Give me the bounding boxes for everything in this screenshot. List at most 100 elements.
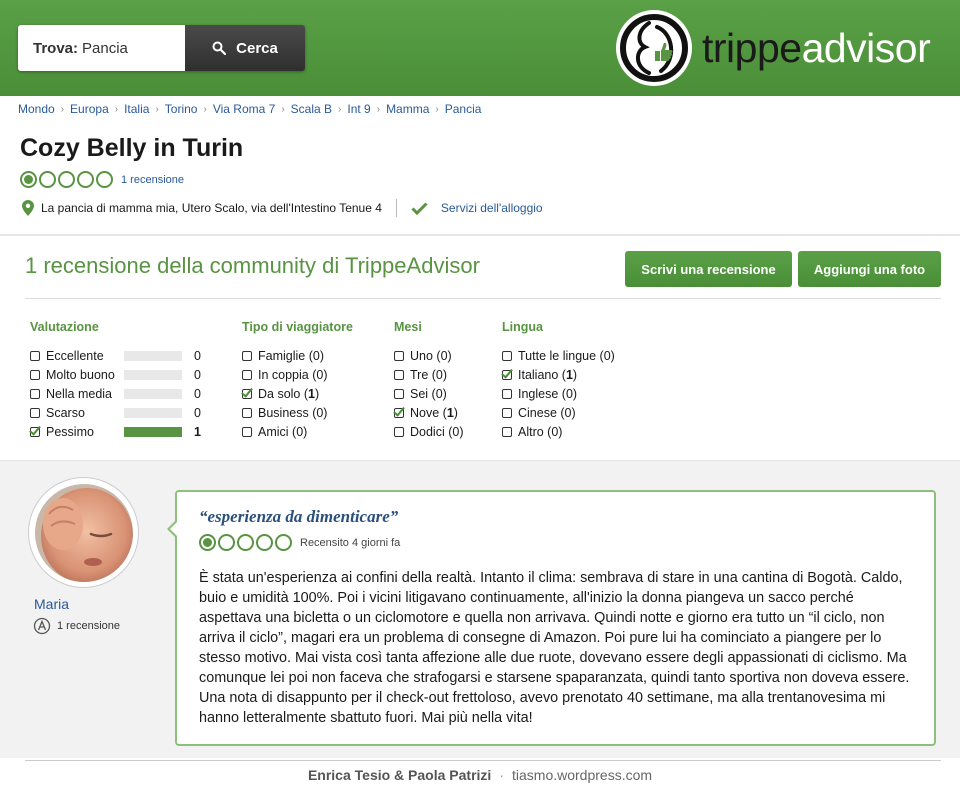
breadcrumb-separator: › <box>203 103 207 115</box>
breadcrumb-item[interactable]: Scala B <box>291 102 332 116</box>
avatar[interactable] <box>28 477 139 588</box>
checkbox-checked[interactable] <box>502 369 512 380</box>
checkbox[interactable] <box>502 350 512 361</box>
breadcrumb-separator: › <box>338 103 342 115</box>
checkbox-checked[interactable] <box>30 426 40 437</box>
rating-bar <box>124 426 182 437</box>
bubble-empty-icon <box>256 534 273 551</box>
breadcrumb-item[interactable]: Italia <box>124 102 149 116</box>
checkbox[interactable] <box>394 426 404 437</box>
checkbox[interactable] <box>394 369 404 380</box>
logo[interactable]: trippeadvisor <box>616 10 931 86</box>
reviewer-name[interactable]: Maria <box>34 596 69 612</box>
filter-option-label: Uno (0) <box>410 348 452 363</box>
divider <box>25 298 941 299</box>
filter-option-traveler[interactable]: Da solo (1) <box>242 384 353 403</box>
search-label: Trova: <box>33 39 79 57</box>
add-photo-button[interactable]: Aggiungi una foto <box>798 251 941 287</box>
checkbox[interactable] <box>30 407 40 418</box>
checkbox[interactable] <box>394 388 404 399</box>
checkbox[interactable] <box>242 369 252 380</box>
filter-option-language[interactable]: Inglese (0) <box>502 384 615 403</box>
filter-option-traveler[interactable]: Business (0) <box>242 403 353 422</box>
listing-rating: 1 recensione <box>20 171 184 188</box>
review-meta: Recensito 4 giorni fa <box>199 534 400 551</box>
avatar-photo <box>34 483 133 582</box>
reviewer-badge-icon <box>33 617 51 635</box>
address-row: La pancia di mamma mia, Utero Scalo, via… <box>22 199 543 217</box>
filter-option-label: Dodici (0) <box>410 424 464 439</box>
filter-option-traveler[interactable]: In coppia (0) <box>242 365 353 384</box>
checkbox-checked[interactable] <box>394 407 404 418</box>
checkbox[interactable] <box>30 388 40 399</box>
filter-option-label: In coppia (0) <box>258 367 328 382</box>
breadcrumb-item[interactable]: Via Roma 7 <box>213 102 275 116</box>
filter-option-label: Tutte le lingue (0) <box>518 348 615 363</box>
breadcrumb-item[interactable]: Europa <box>70 102 109 116</box>
checkmark-icon <box>411 201 428 215</box>
checkbox[interactable] <box>30 350 40 361</box>
filter-option-rating[interactable]: Eccellente 0 <box>30 346 230 365</box>
rating-bar <box>124 388 182 399</box>
filter-option-months[interactable]: Nove (1) <box>394 403 464 422</box>
filter-option-traveler[interactable]: Amici (0) <box>242 422 353 441</box>
checkbox[interactable] <box>30 369 40 380</box>
checkbox[interactable] <box>242 350 252 361</box>
checkbox[interactable] <box>502 388 512 399</box>
bubble-empty-icon <box>39 171 56 188</box>
checkbox-checked[interactable] <box>242 388 252 399</box>
logo-text-part1: trippe <box>702 24 802 71</box>
checkbox[interactable] <box>502 426 512 437</box>
rating-count: 0 <box>194 386 201 401</box>
search-bar: Trova: Pancia Cerca <box>18 25 305 71</box>
filter-option-language[interactable]: Tutte le lingue (0) <box>502 346 615 365</box>
search-input[interactable]: Trova: Pancia <box>18 25 185 71</box>
divider <box>0 234 960 236</box>
breadcrumb-item[interactable]: Pancia <box>445 102 482 116</box>
rating-count: 0 <box>194 405 201 420</box>
filter-option-label: Nove (1) <box>410 405 458 420</box>
checkbox[interactable] <box>242 426 252 437</box>
logo-text-part2: advisor <box>801 24 931 71</box>
rating-bar <box>124 350 182 361</box>
footer-authors: Enrica Tesio & Paola Patrizi <box>307 767 492 783</box>
checkbox[interactable] <box>502 407 512 418</box>
filter-language: Lingua Tutte le lingue (0) Italiano (1) In… <box>502 320 615 441</box>
filter-months: Mesi Uno (0) Tre (0) Sei (0) Nove (1) Dodici… <box>394 320 464 441</box>
map-pin-icon <box>22 200 34 216</box>
checkbox[interactable] <box>242 407 252 418</box>
breadcrumb-item[interactable]: Mondo <box>18 102 55 116</box>
write-review-button[interactable]: Scrivi una recensione <box>625 251 792 287</box>
filter-option-rating[interactable]: Molto buono 0 <box>30 365 230 384</box>
filter-option-rating[interactable]: Nella media 0 <box>30 384 230 403</box>
checkbox[interactable] <box>394 350 404 361</box>
filter-option-label: Eccellente <box>46 348 104 363</box>
footer-site[interactable]: tiasmo.wordpress.com <box>512 767 652 783</box>
logo-text: trippeadvisor <box>702 24 931 71</box>
filter-option-months[interactable]: Sei (0) <box>394 384 464 403</box>
reviewer-badge: 1 recensione <box>33 617 120 635</box>
rating-bar <box>124 369 182 380</box>
filter-option-rating[interactable]: Pessimo 1 <box>30 422 230 441</box>
filter-option-months[interactable]: Uno (0) <box>394 346 464 365</box>
filter-option-traveler[interactable]: Famiglie (0) <box>242 346 353 365</box>
filter-option-rating[interactable]: Scarso 0 <box>30 403 230 422</box>
page-title: Cozy Belly in Turin <box>20 134 244 162</box>
filter-option-language[interactable]: Altro (0) <box>502 422 615 441</box>
breadcrumb-item[interactable]: Int 9 <box>347 102 370 116</box>
breadcrumb-item[interactable]: Mamma <box>386 102 429 116</box>
review-count-link[interactable]: 1 recensione <box>121 174 184 186</box>
services-link[interactable]: Servizi dell'alloggio <box>441 201 543 215</box>
breadcrumb-item[interactable]: Torino <box>165 102 198 116</box>
search-button[interactable]: Cerca <box>185 25 305 71</box>
bubble-empty-icon <box>237 534 254 551</box>
review-title[interactable]: “esperienza da dimenticare” <box>199 507 398 527</box>
filter-option-months[interactable]: Dodici (0) <box>394 422 464 441</box>
footer-separator: · <box>499 767 504 783</box>
breadcrumb-separator: › <box>435 103 439 115</box>
reviewer-review-count: 1 recensione <box>57 620 120 632</box>
filter-option-language[interactable]: Cinese (0) <box>502 403 615 422</box>
filter-option-language[interactable]: Italiano (1) <box>502 365 615 384</box>
filter-option-label: Amici (0) <box>258 424 308 439</box>
filter-option-months[interactable]: Tre (0) <box>394 365 464 384</box>
